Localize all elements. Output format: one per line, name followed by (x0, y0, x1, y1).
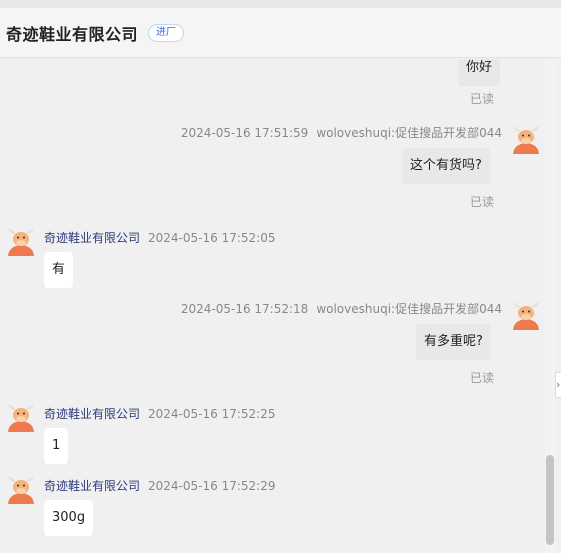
side-panel-toggle[interactable]: › (555, 372, 561, 398)
message-bubble-incoming: 1 (44, 428, 69, 464)
sender-name: 奇迹鞋业有限公司 (44, 231, 141, 245)
read-status: 已读 (470, 92, 495, 106)
sender-name: woloveshuqi:促佳搜品开发部044 (316, 126, 502, 140)
message-time: 2024-05-16 17:52:25 (148, 407, 276, 421)
message-list[interactable]: 你好 已读 2024-05-16 17:51:59 woloveshuqi:促佳搜… (0, 59, 545, 553)
status-badge: 进厂 (148, 23, 185, 42)
chevron-right-icon: › (556, 378, 561, 391)
read-status: 已读 (470, 195, 495, 209)
message-time: 2024-05-16 17:52:05 (148, 231, 276, 245)
message-time: 2024-05-16 17:52:29 (148, 479, 276, 493)
sender-name: 奇迹鞋业有限公司 (44, 479, 141, 493)
scrollbar-thumb[interactable] (546, 455, 554, 545)
message-meta: 2024-05-16 17:51:59 woloveshuqi:促佳搜品开发部04… (181, 124, 502, 141)
message-time: 2024-05-16 17:51:59 (180, 126, 309, 140)
avatar[interactable] (511, 300, 541, 330)
message-bubble-outgoing: 有多重呢? (416, 324, 491, 360)
avatar[interactable] (6, 226, 36, 256)
cow-avatar-icon (8, 476, 34, 504)
message-time: 2024-05-16 17:52:18 (180, 302, 309, 316)
read-status: 已读 (470, 371, 495, 385)
chat-header: 奇迹鞋业有限公司 进厂 (0, 8, 561, 58)
message-bubble-incoming: 300g (44, 500, 94, 536)
cow-avatar-icon (513, 126, 539, 154)
vertical-scrollbar[interactable] (545, 60, 555, 553)
avatar[interactable] (6, 402, 36, 432)
message-meta: 奇迹鞋业有限公司 2024-05-16 17:52:05 (44, 229, 275, 246)
sender-name: 奇迹鞋业有限公司 (44, 407, 141, 421)
avatar[interactable] (511, 124, 541, 154)
message-bubble-outgoing: 你好 (458, 59, 501, 86)
top-strip (0, 0, 561, 8)
cow-avatar-icon (8, 228, 34, 256)
message-meta: 奇迹鞋业有限公司 2024-05-16 17:52:25 (44, 405, 275, 422)
sender-name: woloveshuqi:促佳搜品开发部044 (316, 302, 502, 316)
message-bubble-incoming: 有 (44, 252, 74, 288)
message-meta: 奇迹鞋业有限公司 2024-05-16 17:52:29 (44, 477, 275, 494)
message-bubble-outgoing: 这个有货吗? (402, 148, 490, 184)
avatar[interactable] (6, 474, 36, 504)
company-title: 奇迹鞋业有限公司 (6, 24, 139, 44)
cow-avatar-icon (8, 404, 34, 432)
cow-avatar-icon (513, 302, 539, 330)
message-meta: 2024-05-16 17:52:18 woloveshuqi:促佳搜品开发部04… (181, 300, 502, 317)
